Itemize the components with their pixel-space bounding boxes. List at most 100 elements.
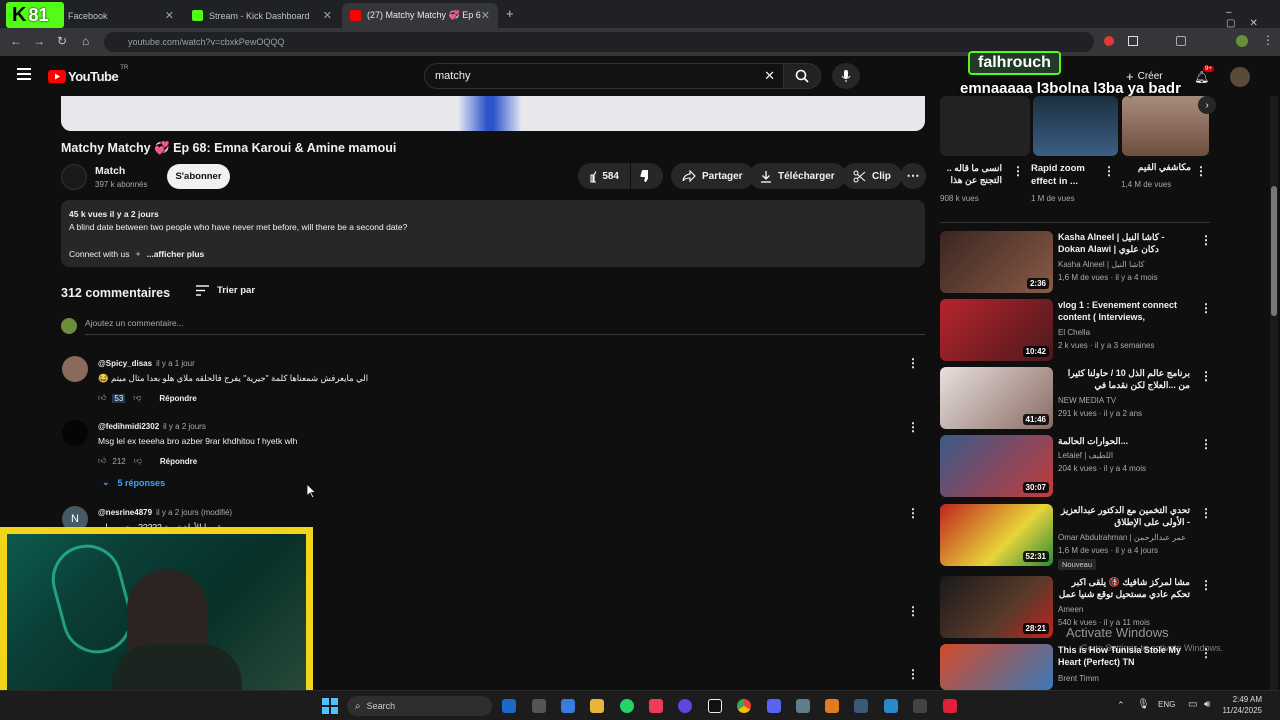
folder-icon[interactable] bbox=[590, 699, 604, 713]
comment-menu-icon[interactable]: ⋮ bbox=[907, 604, 919, 618]
recommendation-title[interactable]: ...الحوارات الحالمة bbox=[1058, 435, 1190, 447]
account-avatar[interactable] bbox=[1230, 67, 1250, 87]
video-thumbnail[interactable]: 2:36 bbox=[940, 231, 1053, 293]
hamburger-icon[interactable] bbox=[17, 68, 31, 80]
video-thumbnail[interactable]: 28:21 bbox=[940, 576, 1053, 638]
reply-button[interactable]: Répondre bbox=[159, 394, 196, 403]
recommendation-channel[interactable]: Kasha Alneel | كاشا النيل bbox=[1058, 260, 1144, 269]
recommendation-item[interactable]: 30:07 ...الحوارات الحالمة Letaief | اللط… bbox=[940, 435, 1212, 499]
window-controls[interactable]: –▢✕ bbox=[1226, 7, 1280, 29]
recommendation-title[interactable]: تحدي التخمين مع الدكتور عبدالعزيز - الأو… bbox=[1058, 504, 1190, 528]
recommendation-menu-icon[interactable]: ⋮ bbox=[1200, 437, 1212, 451]
thumbs-down-icon[interactable]: 👎︎ bbox=[134, 456, 142, 466]
youtube-logo[interactable]: YouTube TR bbox=[48, 65, 128, 84]
app-icon[interactable] bbox=[854, 699, 868, 713]
recommendation-item[interactable]: 2:36 Kasha Alneel | كاشا النيل - Dokan A… bbox=[940, 231, 1212, 295]
recommendation-channel[interactable]: Omar Abdulrahman | عمر عبدالرحمن bbox=[1058, 533, 1186, 542]
puzzle-icon[interactable] bbox=[1176, 36, 1186, 46]
recommendation-item[interactable]: 41:46 برنامج عالم الذل 10 / حاولنا كثيرا… bbox=[940, 367, 1212, 431]
description-box[interactable]: 45 k vues il y a 2 jours A blind date be… bbox=[61, 200, 925, 267]
recommendation-title[interactable]: برنامج عالم الذل 10 / حاولنا كثيرا من ..… bbox=[1058, 367, 1190, 391]
steam-icon[interactable] bbox=[502, 699, 516, 713]
thumbs-up-icon[interactable]: 👍︎ bbox=[98, 393, 106, 403]
chrome-icon[interactable] bbox=[737, 699, 751, 713]
home-icon[interactable]: ⌂ bbox=[82, 34, 89, 48]
short-menu-icon[interactable]: ⋮ bbox=[1103, 164, 1115, 178]
short-menu-icon[interactable]: ⋮ bbox=[1012, 164, 1024, 178]
recommendation-channel[interactable]: NEW MEDIA TV bbox=[1058, 396, 1116, 405]
extension-icon[interactable] bbox=[1104, 36, 1114, 46]
tiktok-icon[interactable] bbox=[708, 699, 722, 713]
close-icon[interactable]: ✕ bbox=[165, 9, 174, 22]
app-icon[interactable] bbox=[532, 699, 546, 713]
short-thumbnail[interactable] bbox=[1122, 96, 1209, 156]
app-icon[interactable] bbox=[678, 699, 692, 713]
taskbar-search[interactable]: ⌕ Search bbox=[347, 696, 492, 716]
comment-author[interactable]: @fedihmidi2302 il y a 2 jours bbox=[98, 422, 206, 431]
app-icon[interactable] bbox=[943, 699, 957, 713]
recommendation-title[interactable]: Kasha Alneel | كاشا النيل - Dokan Alawi … bbox=[1058, 231, 1190, 255]
video-thumbnail[interactable]: 10:42 bbox=[940, 299, 1053, 361]
tab-youtube[interactable]: (27) Matchy Matchy 💞 Ep 68 ✕ bbox=[342, 3, 498, 28]
menu-icon[interactable]: ⋮ bbox=[1262, 33, 1274, 47]
app-icon[interactable] bbox=[796, 699, 810, 713]
comment-menu-icon[interactable]: ⋮ bbox=[907, 506, 919, 520]
app-icon[interactable] bbox=[649, 699, 663, 713]
recommendation-channel[interactable]: Brent Timm bbox=[1058, 674, 1099, 683]
video-thumbnail[interactable] bbox=[940, 644, 1053, 690]
dislike-button[interactable] bbox=[631, 163, 663, 189]
scrollbar-thumb[interactable] bbox=[1271, 186, 1277, 316]
comment-menu-icon[interactable]: ⋮ bbox=[907, 420, 919, 434]
app-icon[interactable] bbox=[825, 699, 839, 713]
recommendation-title[interactable]: vlog 1 : Evenement connect content ( Int… bbox=[1058, 299, 1190, 323]
forward-icon[interactable]: → bbox=[33, 34, 45, 48]
back-icon[interactable]: ← bbox=[10, 34, 22, 48]
page-scrollbar[interactable] bbox=[1270, 96, 1278, 690]
extension-icon[interactable] bbox=[1128, 36, 1138, 46]
short-title[interactable]: انسى ما قاله .. التجنج عن هذا bbox=[940, 162, 1002, 186]
download-button[interactable]: Télécharger bbox=[749, 163, 846, 189]
recommendation-menu-icon[interactable]: ⋮ bbox=[1200, 301, 1212, 315]
view-replies-button[interactable]: ⌄ 5 réponses bbox=[102, 477, 165, 488]
share-button[interactable]: Partager bbox=[671, 163, 754, 189]
voice-search-button[interactable] bbox=[832, 63, 860, 89]
recommendation-channel[interactable]: El Chella bbox=[1058, 328, 1090, 337]
short-title[interactable]: مكاشفي القيم bbox=[1121, 162, 1191, 173]
clock[interactable]: 2:49 AM 11/24/2025 bbox=[1222, 694, 1262, 716]
subscribe-button[interactable]: S'abonner bbox=[167, 164, 230, 189]
app-icon[interactable] bbox=[884, 699, 898, 713]
microphone-icon[interactable]: 🎙︎ bbox=[1137, 699, 1150, 710]
show-more-link[interactable]: ...afficher plus bbox=[147, 249, 205, 260]
recommendation-menu-icon[interactable]: ⋮ bbox=[1200, 578, 1212, 592]
network-icon[interactable]: ▭ bbox=[1188, 699, 1197, 710]
thumbs-up-icon[interactable]: 👍︎ bbox=[98, 456, 106, 466]
recommendation-menu-icon[interactable]: ⋮ bbox=[1200, 233, 1212, 247]
comment-menu-icon[interactable]: ⋮ bbox=[907, 356, 919, 370]
add-comment-input[interactable]: Ajoutez un commentaire... bbox=[85, 318, 925, 335]
channel-name[interactable]: Match bbox=[95, 165, 125, 177]
recommendation-menu-icon[interactable]: ⋮ bbox=[1200, 369, 1212, 383]
address-bar[interactable]: youtube.com/watch?v=cbxkPewOQQQ bbox=[104, 32, 1094, 52]
search-button[interactable] bbox=[783, 63, 821, 89]
new-tab-button[interactable]: + bbox=[506, 6, 514, 21]
video-thumbnail[interactable]: 41:46 bbox=[940, 367, 1053, 429]
language-indicator[interactable]: ENG bbox=[1158, 700, 1175, 709]
clear-search-icon[interactable]: ✕ bbox=[764, 68, 775, 84]
discord-icon[interactable] bbox=[767, 699, 781, 713]
tab-facebook[interactable]: Facebook ✕ bbox=[60, 3, 182, 28]
short-menu-icon[interactable]: ⋮ bbox=[1195, 164, 1207, 178]
reply-button[interactable]: Répondre bbox=[160, 457, 197, 466]
channel-avatar[interactable] bbox=[61, 164, 87, 190]
chevron-right-icon[interactable]: › bbox=[1198, 96, 1216, 114]
clip-button[interactable]: Clip bbox=[842, 163, 902, 189]
close-icon[interactable]: ✕ bbox=[481, 9, 490, 22]
sort-button[interactable]: Trier par bbox=[196, 285, 255, 296]
comment-menu-icon[interactable]: ⋮ bbox=[907, 667, 919, 681]
recommendation-menu-icon[interactable]: ⋮ bbox=[1200, 506, 1212, 520]
thumbs-down-icon[interactable]: 👎︎ bbox=[133, 393, 141, 403]
video-thumbnail[interactable]: 52:31 bbox=[940, 504, 1053, 566]
recommendation-item[interactable]: 52:31 تحدي التخمين مع الدكتور عبدالعزيز … bbox=[940, 504, 1212, 572]
recommendation-item[interactable]: 10:42 vlog 1 : Evenement connect content… bbox=[940, 299, 1212, 363]
app-icon[interactable] bbox=[913, 699, 927, 713]
whatsapp-icon[interactable] bbox=[620, 699, 634, 713]
